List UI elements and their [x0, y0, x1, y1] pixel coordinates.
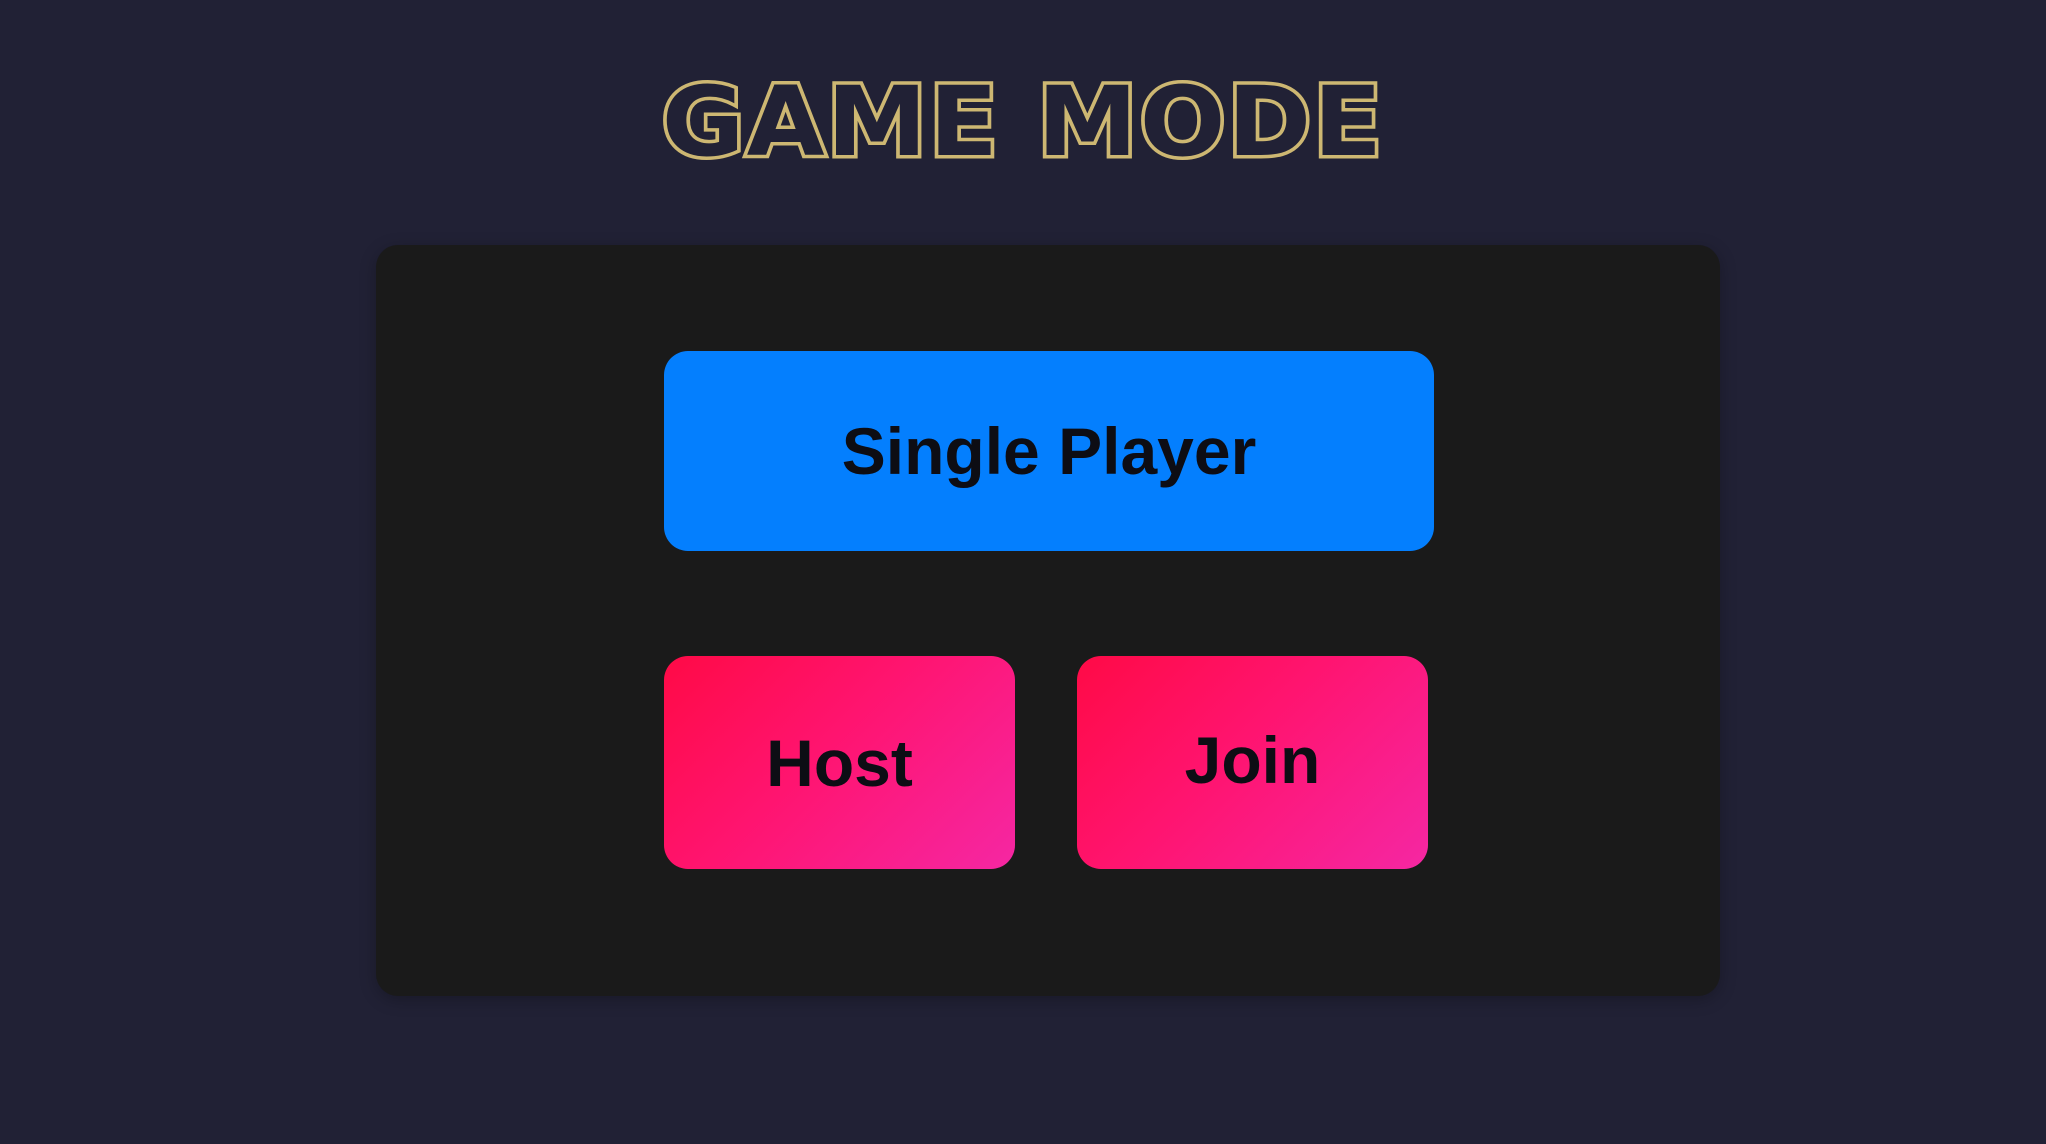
host-button[interactable]: Host: [664, 656, 1015, 869]
single-player-button[interactable]: Single Player: [664, 351, 1434, 551]
join-button[interactable]: Join: [1077, 656, 1428, 869]
game-mode-screen: GAME MODE Single Player Host Join: [0, 0, 2046, 1144]
page-title: GAME MODE: [658, 63, 1386, 182]
title-container: GAME MODE: [0, 62, 2046, 182]
mode-select-panel: Single Player Host Join: [376, 245, 1720, 996]
